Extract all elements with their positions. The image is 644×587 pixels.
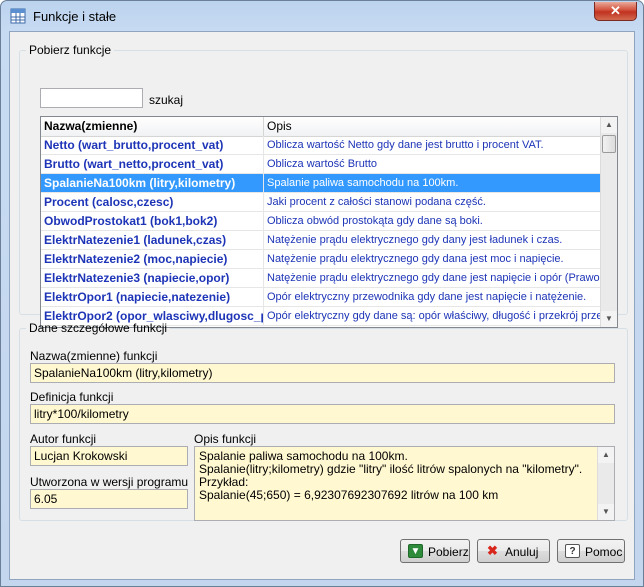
fetch-functions-legend: Pobierz funkcje (29, 43, 112, 57)
help-button-label: Pomoc (585, 545, 623, 559)
row-name-cell: SpalanieNa100km (litry,kilometry) (41, 174, 264, 192)
author-label: Autor funkcji (30, 432, 97, 446)
search-label[interactable]: szukaj (149, 93, 183, 107)
table-row[interactable]: ElektrNatezenie3 (napiecie,opor) Natężeni… (41, 269, 617, 288)
description-scrollbar[interactable]: ▲ ▼ (597, 447, 614, 520)
window-title: Funkcje i stałe (33, 9, 117, 24)
table-row[interactable]: ElektrNatezenie1 (ladunek,czas) Natężenie… (41, 231, 617, 250)
fetch-button-label: Pobierz (428, 545, 469, 559)
version-field[interactable]: 6.05 (30, 489, 188, 509)
description-memo[interactable]: Spalanie paliwa samochodu na 100km. Spal… (194, 446, 615, 521)
row-description-cell: Natężenie prądu elektrycznego gdy dany j… (267, 234, 563, 246)
table-row[interactable]: ObwodProstokat1 (bok1,bok2) Oblicza obwód… (41, 212, 617, 231)
help-button[interactable]: ? Pomoc (557, 539, 625, 563)
row-description-cell: Oblicza obwód prostokąta gdy dane są bok… (267, 215, 483, 227)
download-arrow-icon: ▼ (408, 544, 423, 558)
scroll-up-icon[interactable]: ▲ (601, 117, 617, 133)
table-scrollbar[interactable]: ▲ ▼ (600, 117, 617, 327)
row-description-cell: Opór elektryczny przewodnika gdy dane je… (267, 291, 587, 303)
table-row[interactable]: Procent (calosc,czesc) Jaki procent z cał… (41, 193, 617, 212)
table-row[interactable]: ElektrOpor1 (napiecie,natezenie) Opór ele… (41, 288, 617, 307)
fetch-button[interactable]: ▼ Pobierz (400, 539, 470, 563)
scroll-thumb[interactable] (602, 135, 616, 153)
cancel-button[interactable]: ✖ Anuluj (477, 539, 550, 563)
function-definition-field[interactable]: litry*100/kilometry (30, 404, 615, 424)
row-name-cell: ElektrNatezenie2 (moc,napiecie) (41, 250, 264, 268)
description-line: Spalanie(45;650) = 6,92307692307692 litr… (199, 488, 499, 502)
row-description-cell: Jaki procent z całości stanowi podana cz… (267, 196, 486, 208)
search-input[interactable] (40, 88, 143, 108)
table-header: Nazwa(zmienne) Opis (41, 117, 617, 137)
row-name-cell: ElektrNatezenie3 (napiecie,opor) (41, 269, 264, 287)
row-name-cell: Netto (wart_brutto,procent_vat) (41, 136, 264, 154)
row-description-cell: Oblicza wartość Netto gdy dane jest brut… (267, 139, 544, 151)
row-name-cell: Brutto (wart_netto,procent_vat) (41, 155, 264, 173)
row-name-cell: ObwodProstokat1 (bok1,bok2) (41, 212, 264, 230)
memo-scroll-down-icon[interactable]: ▼ (598, 504, 614, 520)
memo-scroll-up-icon[interactable]: ▲ (598, 447, 614, 463)
title-bar[interactable]: Funkcje i stałe ✕ (1, 1, 643, 31)
dialog-client-area: Pobierz funkcje szukaj Nazwa(zmienne) Op… (9, 31, 635, 580)
description-line: Spalanie(litry;kilometry) gdzie "litry" … (199, 462, 583, 476)
column-header-name[interactable]: Nazwa(zmienne) (41, 117, 264, 136)
function-details-group: Dane szczegółowe funkcji Nazwa(zmienne) … (19, 321, 628, 521)
close-icon: ✕ (610, 3, 621, 18)
version-label: Utworzona w wersji programu (30, 475, 189, 489)
cancel-x-icon: ✖ (487, 543, 498, 558)
table-row[interactable]: Brutto (wart_netto,procent_vat) Oblicza w… (41, 155, 617, 174)
column-header-description[interactable]: Opis (264, 117, 617, 136)
help-question-icon: ? (565, 544, 580, 558)
row-description-cell: Natężenie prądu elektrycznego gdy dane j… (267, 272, 617, 284)
function-definition-label: Definicja funkcji (30, 390, 114, 404)
description-label: Opis funkcji (194, 432, 257, 446)
function-name-label: Nazwa(zmienne) funkcji (30, 349, 158, 363)
author-field[interactable]: Lucjan Krokowski (30, 446, 188, 466)
row-description-cell: Spalanie paliwa samochodu na 100km. (267, 177, 459, 189)
row-name-cell: ElektrNatezenie1 (ladunek,czas) (41, 231, 264, 249)
table-row[interactable]: ElektrNatezenie2 (moc,napiecie) Natężenie… (41, 250, 617, 269)
fetch-functions-group: Pobierz funkcje szukaj Nazwa(zmienne) Op… (19, 43, 628, 328)
table-row[interactable]: Netto (wart_brutto,procent_vat) Oblicza w… (41, 136, 617, 155)
close-button[interactable]: ✕ (594, 2, 637, 21)
row-name-cell: Procent (calosc,czesc) (41, 193, 264, 211)
row-name-cell: ElektrOpor1 (napiecie,natezenie) (41, 288, 264, 306)
function-name-field[interactable]: SpalanieNa100km (litry,kilometry) (30, 363, 615, 383)
table-app-icon (10, 8, 26, 24)
functions-table[interactable]: Nazwa(zmienne) Opis Netto (wart_brutto,p… (40, 116, 618, 328)
dialog-window: Funkcje i stałe ✕ Pobierz funkcje szukaj… (0, 0, 644, 587)
function-details-legend: Dane szczegółowe funkcji (29, 321, 168, 335)
row-description-cell: Natężenie prądu elektrycznego gdy dana j… (267, 253, 564, 265)
table-row[interactable]: SpalanieNa100km (litry,kilometry) Spalani… (41, 174, 617, 193)
cancel-button-label: Anuluj (505, 545, 539, 559)
row-description-cell: Oblicza wartość Brutto (267, 158, 378, 170)
